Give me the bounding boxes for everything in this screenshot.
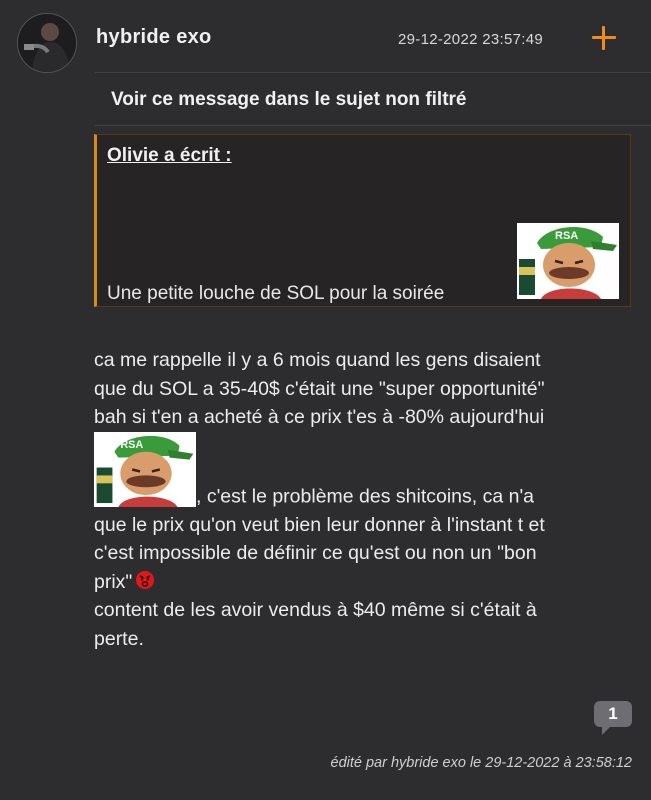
body-line-after-sticker: , c'est le problème des shitcoins, ca n'… <box>196 485 535 507</box>
post-date: 29-12-2022 23:57:49 <box>398 31 543 48</box>
header-divider <box>95 72 651 73</box>
quote-text: Une petite louche de SOL pour la soirée <box>107 283 445 304</box>
link-divider <box>95 125 651 126</box>
body-line: que du SOL a 35-40$ c'était une "super o… <box>94 377 545 400</box>
risitas-sticker[interactable]: RSA <box>517 223 619 299</box>
sticker-cap-text: RSA <box>555 230 578 242</box>
body-line: content de les avoir vendus à $40 même s… <box>94 599 537 621</box>
sticker-cap-text: RSA <box>120 438 143 450</box>
body-line-text: prix" <box>94 570 133 593</box>
body-line: RSA , c'est le problème des shitcoins, c… <box>94 431 642 511</box>
body-line: ca me rappelle il y a 6 mois quand les g… <box>94 349 541 371</box>
body-line: prix" <box>94 568 642 597</box>
angry-face-icon <box>135 570 155 590</box>
edited-note: édité par hybride exo le 29-12-2022 à 23… <box>330 755 633 771</box>
author-name[interactable]: hybride exo <box>96 26 212 49</box>
plus-icon[interactable] <box>589 24 619 54</box>
risitas-sticker[interactable]: RSA <box>94 431 196 507</box>
body-line: perte. <box>94 627 144 650</box>
quote-block: Olivie a écrit : Une petite louche de SO… <box>94 134 631 307</box>
quote-author[interactable]: Olivie a écrit : <box>107 145 232 167</box>
body-line: que le prix qu'on veut bien leur donner … <box>94 513 545 536</box>
post-body: ca me rappelle il y a 6 mois quand les g… <box>94 346 642 653</box>
body-line: c'est impossible de définir ce qu'est ou… <box>94 542 537 564</box>
unfiltered-topic-link[interactable]: Voir ce message dans le sujet non filtré <box>111 89 467 111</box>
body-line: bah si t'en a acheté à ce prix t'es à -8… <box>94 406 545 428</box>
reply-count-badge[interactable]: 1 <box>594 701 632 735</box>
author-avatar[interactable] <box>17 13 77 73</box>
